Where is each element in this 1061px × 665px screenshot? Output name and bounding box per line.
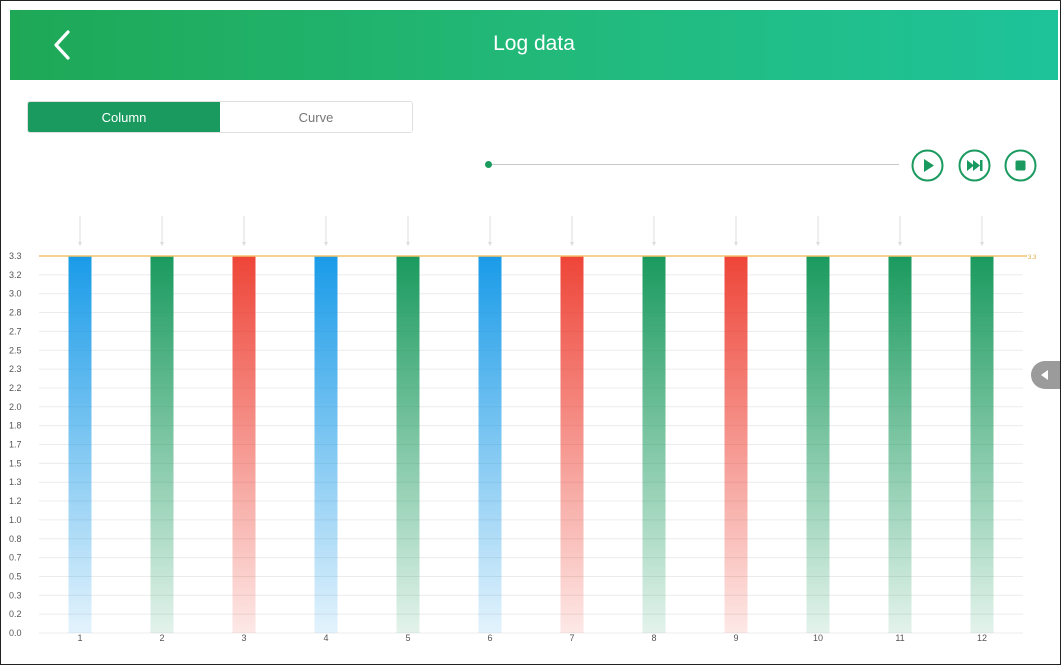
x-tick-label: 7 [569, 633, 574, 643]
bar [560, 256, 584, 633]
y-tick-label: 2.7 [9, 326, 22, 336]
bar [68, 256, 92, 633]
bar [806, 256, 830, 633]
page-title: Log data [493, 32, 575, 55]
tab-column[interactable]: Column [28, 102, 220, 132]
pointer-arrow [78, 242, 82, 246]
y-tick-label: 1.5 [9, 458, 22, 468]
reference-line-label: 3.3 [1028, 255, 1037, 261]
column-chart: 0.0 0.2 0.3 0.5 0.7 0.8 1.0 1.2 1.3 1.5 1.7 1.8 2.0 2… [9, 216, 1037, 643]
bar [232, 256, 256, 633]
y-tick-label: 0.7 [9, 553, 22, 563]
y-tick-label: 1.3 [9, 477, 22, 487]
bar [396, 256, 420, 633]
y-tick-label: 0.2 [9, 609, 22, 619]
header-bar: Log data [10, 10, 1058, 80]
stop-icon[interactable] [1004, 149, 1037, 182]
x-tick-label: 2 [159, 633, 164, 643]
pointer-arrow [898, 242, 902, 246]
y-tick-label: 1.8 [9, 421, 22, 431]
collapse-panel-icon[interactable] [1031, 361, 1060, 389]
y-tick-label: 0.3 [9, 590, 22, 600]
playback-slider-handle[interactable] [485, 161, 492, 168]
x-tick-label: 8 [651, 633, 656, 643]
y-tick-label: 2.8 [9, 308, 22, 318]
y-tick-label: 0.8 [9, 534, 22, 544]
bar [314, 256, 338, 633]
x-tick-label: 11 [895, 633, 904, 643]
pointer-arrow [570, 242, 574, 246]
bar [970, 256, 994, 633]
x-tick-label: 5 [405, 633, 410, 643]
y-tick-label: 2.0 [9, 402, 22, 412]
view-tabs: Column Curve [27, 101, 413, 133]
bar [724, 256, 748, 633]
x-tick-label: 4 [323, 633, 328, 643]
pointer-arrow [980, 242, 984, 246]
x-tick-label: 1 [77, 633, 82, 643]
pointer-arrow [160, 242, 164, 246]
x-tick-label: 12 [977, 633, 987, 643]
pointer-arrow [406, 242, 410, 246]
pointer-arrow [816, 242, 820, 246]
bar [888, 256, 912, 633]
pointer-arrow [242, 242, 246, 246]
play-icon[interactable] [911, 149, 944, 182]
pointer-arrow [324, 242, 328, 246]
playback-slider-track[interactable] [489, 164, 899, 165]
y-tick-label: 0.0 [9, 628, 22, 638]
pointer-arrow [652, 242, 656, 246]
y-tick-label: 1.7 [9, 440, 22, 450]
x-tick-label: 6 [487, 633, 492, 643]
y-tick-label: 3.3 [9, 251, 22, 261]
pointer-arrow [488, 242, 492, 246]
y-tick-label: 3.0 [9, 289, 22, 299]
y-tick-label: 2.5 [9, 345, 22, 355]
y-tick-label: 1.2 [9, 496, 22, 506]
x-tick-label: 10 [813, 633, 823, 643]
y-tick-label: 3.2 [9, 270, 22, 280]
fast-forward-icon[interactable] [958, 149, 991, 182]
y-tick-label: 0.5 [9, 571, 22, 581]
bar [478, 256, 502, 633]
y-tick-label: 1.0 [9, 515, 22, 525]
bar [642, 256, 666, 633]
x-tick-label: 9 [733, 633, 738, 643]
pointer-arrow [734, 242, 738, 246]
tab-curve[interactable]: Curve [220, 102, 412, 132]
bar [150, 256, 174, 633]
y-tick-label: 2.2 [9, 383, 22, 393]
app-window: Log data Column Curve 0.0 0.2 0.3 0.5 0.7 0.8… [0, 0, 1061, 665]
y-tick-label: 2.3 [9, 364, 22, 374]
x-tick-label: 3 [241, 633, 246, 643]
